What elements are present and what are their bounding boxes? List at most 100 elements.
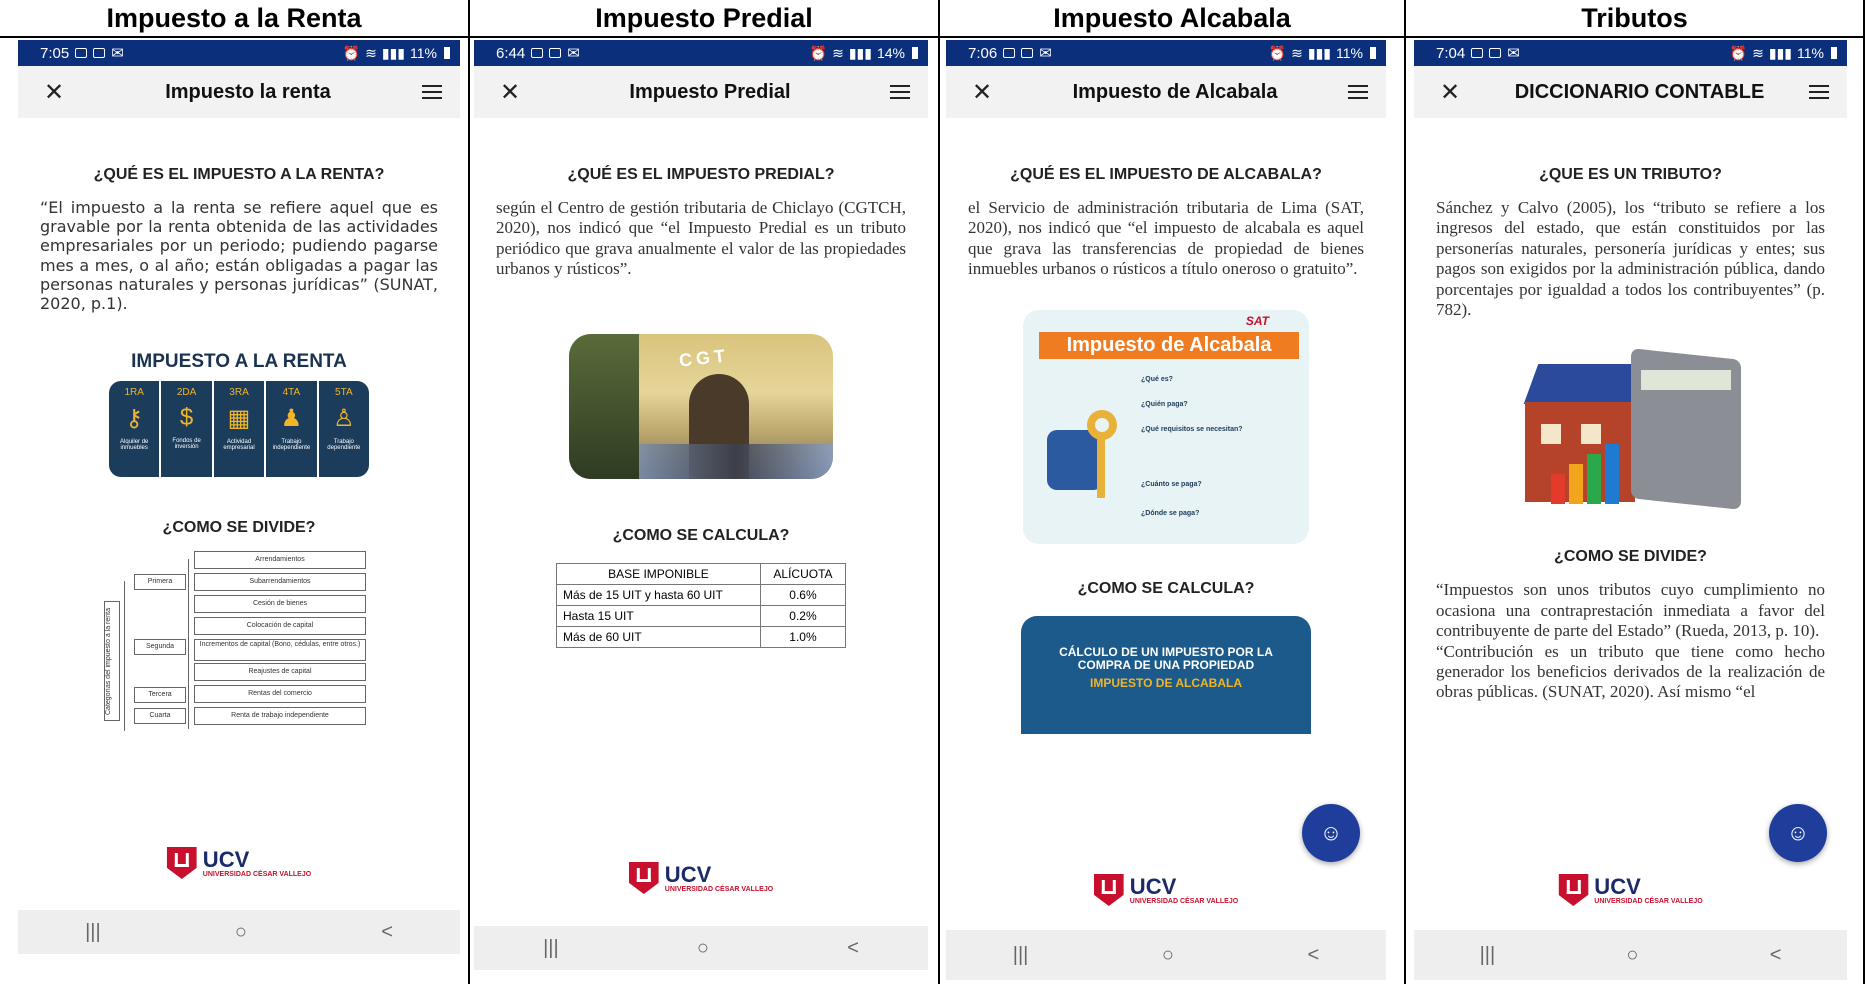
clock: 7:06	[968, 44, 998, 62]
battery-icon	[912, 47, 918, 59]
banner-title: IMPUESTO A LA RENTA	[131, 351, 347, 373]
mail-icon: ✉	[1039, 45, 1052, 62]
table-row: Más de 15 UIT y hasta 60 UIT 0.6%	[556, 583, 847, 606]
building-sign: CGT	[678, 345, 730, 371]
back-icon[interactable]: <	[381, 921, 393, 944]
calc-card-subtitle: IMPUESTO DE ALCABALA	[1089, 675, 1242, 690]
banner-item-label: Trabajo dependiente	[327, 439, 361, 452]
ucv-shield-icon	[628, 862, 659, 894]
close-icon[interactable]: ✕	[500, 78, 530, 107]
banner-item: 5TA ♙ Trabajo dependiente	[318, 381, 370, 478]
ucv-logo-name: UCV	[202, 846, 250, 872]
table-cell: Hasta 15 UIT	[556, 604, 761, 627]
wifi-icon: ≋	[1752, 44, 1764, 61]
banner-item: 2DA $ Fondos de inversión	[161, 381, 212, 478]
mail-icon: ✉	[1507, 45, 1520, 62]
chat-assistant-button[interactable]: ☺	[1302, 804, 1360, 862]
list-item: ¿Qué es?	[1141, 375, 1173, 383]
diagram-group: Tercera	[134, 687, 186, 704]
battery-icon	[1831, 47, 1837, 59]
ucv-logo-sub: UNIVERSIDAD CÉSAR VALLEJO	[1129, 897, 1239, 905]
diagram-connector	[188, 559, 189, 730]
mail-icon: ✉	[111, 45, 124, 62]
column-header: Impuesto Alcabala	[940, 0, 1404, 38]
signal-icon: ▮▮▮	[848, 44, 872, 61]
banner-item: 1RA ⚷ Alquiler de inmuebles	[109, 381, 160, 478]
app-title: DICCIONARIO CONTABLE	[1514, 80, 1765, 103]
diagram-item: Reajustes de capital	[194, 663, 366, 682]
video-icon	[93, 48, 106, 58]
table-cell: 0.2%	[759, 604, 847, 627]
building-icon: ▦	[227, 405, 251, 433]
ucv-logo: UCV UNIVERSIDAD CÉSAR VALLEJO	[1093, 874, 1239, 906]
menu-icon[interactable]	[890, 85, 910, 99]
page-content: ¿QUÉ ES EL IMPUESTO PREDIAL? según el Ce…	[474, 166, 928, 648]
table-header: BASE IMPONIBLE	[556, 562, 761, 585]
banner-item-num: 5TA	[335, 387, 353, 399]
banner-item-label: Fondos de inversión	[172, 438, 201, 451]
battery-icon	[1370, 47, 1376, 59]
ucv-logo-sub: UNIVERSIDAD CÉSAR VALLEJO	[1594, 897, 1703, 905]
recent-apps-icon[interactable]: |||	[1480, 944, 1496, 967]
system-nav-bar: ||| ○ <	[18, 910, 460, 954]
worker-icon: ♟	[280, 405, 303, 433]
close-icon[interactable]: ✕	[1440, 78, 1470, 107]
table-cell: Más de 15 UIT y hasta 60 UIT	[556, 583, 761, 606]
gallery-icon	[1471, 48, 1484, 58]
page-content: ¿QUÉ ES EL IMPUESTO A LA RENTA? “El impu…	[18, 166, 460, 732]
banner-item-num: 4TA	[282, 387, 301, 399]
infographic-list: ¿Qué es? ¿Quién paga? ¿Qué requisitos se…	[1141, 376, 1301, 517]
chat-assistant-button[interactable]: ☺	[1769, 804, 1827, 862]
app-title: Impuesto la renta	[165, 80, 331, 103]
close-icon[interactable]: ✕	[44, 78, 74, 107]
table-cell: 0.6%	[759, 583, 847, 606]
home-icon[interactable]: ○	[1162, 944, 1174, 967]
back-icon[interactable]: <	[1770, 944, 1782, 967]
menu-icon[interactable]	[1348, 85, 1368, 99]
assistant-icon: ☺	[1786, 820, 1810, 845]
recent-apps-icon[interactable]: |||	[1013, 944, 1029, 967]
phone-screen: 7:05 ✉ ⏰ ≋ ▮▮▮ 11% ✕ Impuesto la renta ¿QUÉ …	[18, 40, 460, 984]
diagram-spine	[124, 581, 125, 732]
status-bar: 7:04 ✉ ⏰ ≋ ▮▮▮ 11%	[1414, 40, 1847, 66]
menu-icon[interactable]	[422, 85, 442, 99]
alarm-icon: ⏰	[1268, 44, 1287, 61]
diagram-item: Cesión de bienes	[194, 595, 366, 614]
house-calculator-image	[1511, 344, 1751, 514]
system-nav-bar: ||| ○ <	[1414, 930, 1847, 980]
battery-icon	[444, 47, 450, 59]
division-diagram: Categorías del impuesto a la renta Prime…	[104, 551, 374, 732]
banner-item-label: Alquiler de inmuebles	[120, 439, 149, 452]
signal-icon: ▮▮▮	[1307, 44, 1332, 61]
phone-screen: 7:06 ✉ ⏰ ≋ ▮▮▮ 11% ✕ Impuesto de Alcabala ¿Q…	[946, 40, 1386, 984]
ucv-logo: UCV UNIVERSIDAD CÉSAR VALLEJO	[166, 846, 311, 879]
table-header: ALÍCUOTA	[759, 562, 847, 585]
back-icon[interactable]: <	[1308, 944, 1320, 967]
home-icon[interactable]: ○	[235, 921, 247, 944]
app-title: Impuesto Predial	[629, 80, 791, 103]
signal-icon: ▮▮▮	[1768, 44, 1793, 61]
contribucion-text: “Contribución es un tributo que tiene co…	[1436, 641, 1825, 702]
close-icon[interactable]: ✕	[972, 78, 1002, 107]
system-nav-bar: ||| ○ <	[946, 930, 1386, 980]
column-impuesto-predial: Impuesto Predial 6:44 ✉ ⏰ ≋ ▮▮▮ 14% ✕ Impues…	[470, 0, 940, 984]
menu-icon[interactable]	[1809, 85, 1829, 99]
section-heading-2: ¿COMO SE DIVIDE?	[1554, 548, 1707, 566]
battery-level: 11%	[410, 45, 437, 61]
building-photo: CGT	[569, 333, 833, 479]
recent-apps-icon[interactable]: |||	[85, 921, 101, 944]
diagram-group: Cuarta	[134, 708, 186, 725]
section-heading: ¿QUE ES UN TRIBUTO?	[1539, 166, 1722, 183]
home-icon[interactable]: ○	[1626, 944, 1638, 967]
rates-table: BASE IMPONIBLE ALÍCUOTA Más de 15 UIT y …	[556, 562, 847, 648]
mail-icon: ✉	[567, 45, 580, 62]
recent-apps-icon[interactable]: |||	[543, 937, 559, 960]
video-icon	[1489, 48, 1502, 58]
key-icon: ⚷	[125, 405, 143, 433]
home-icon[interactable]: ○	[697, 937, 709, 960]
ucv-shield-icon	[1558, 874, 1589, 906]
back-icon[interactable]: <	[847, 937, 859, 960]
gallery-icon	[1003, 48, 1016, 58]
money-icon: $	[179, 404, 194, 432]
clock: 7:05	[40, 44, 70, 62]
